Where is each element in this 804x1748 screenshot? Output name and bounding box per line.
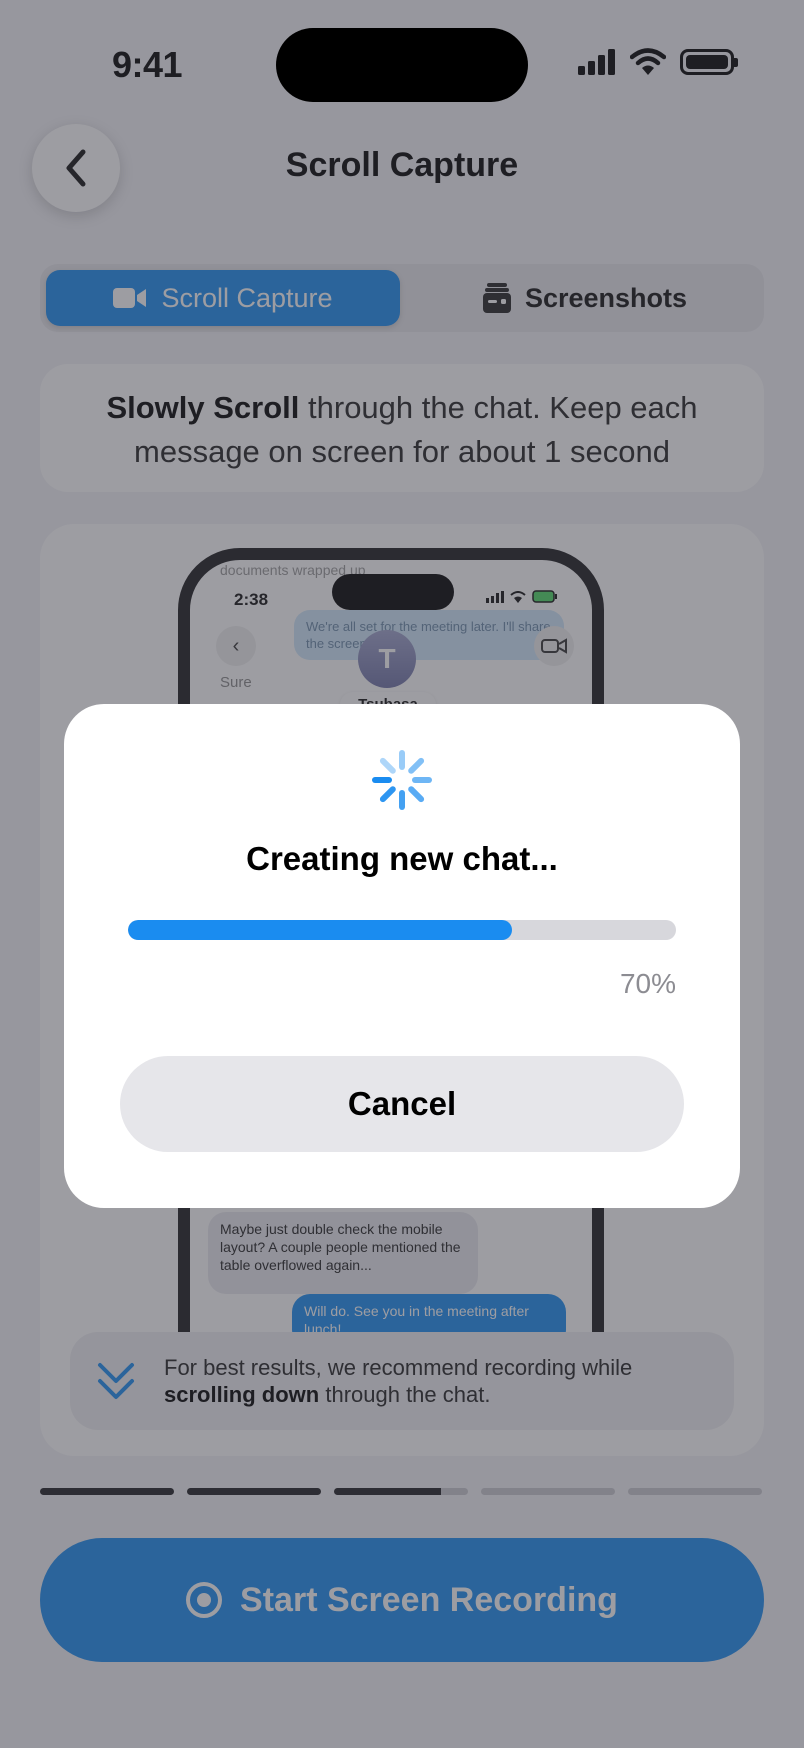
dynamic-island [276,28,528,102]
spinner-spoke [379,786,396,803]
creating-chat-modal: Creating new chat... 70% Cancel [64,704,740,1208]
cancel-button[interactable]: Cancel [120,1056,684,1152]
spinner-spoke [408,757,425,774]
progress-percent: 70% [619,968,676,999]
progress-bar [128,920,676,940]
progress-bar-fill [128,920,512,940]
spinner-spoke [379,757,396,774]
modal-title: Creating new chat... [246,840,558,877]
spinner-spoke [408,786,425,803]
activity-spinner-icon [372,750,432,810]
